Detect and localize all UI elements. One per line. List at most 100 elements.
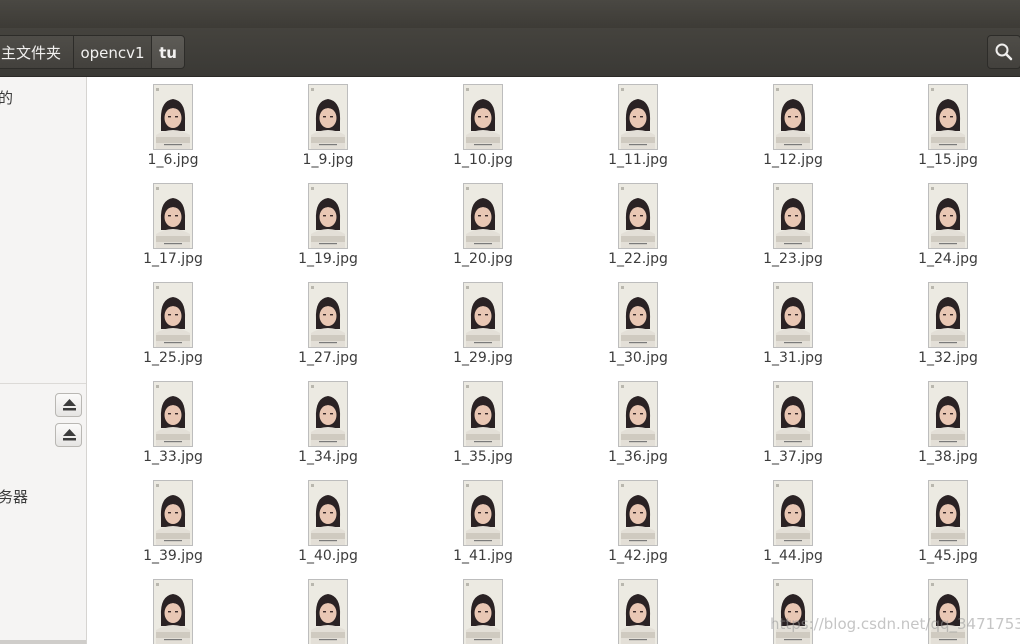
file-item[interactable]: 1_35.jpg bbox=[423, 374, 543, 466]
image-thumbnail bbox=[308, 282, 348, 348]
sidebar-item-server[interactable]: 务器 bbox=[0, 486, 28, 507]
file-item[interactable]: 1_45.jpg bbox=[888, 473, 1008, 565]
file-item[interactable]: 1_42.jpg bbox=[578, 473, 698, 565]
file-item[interactable]: 1_29.jpg bbox=[423, 275, 543, 367]
sidebar-divider bbox=[0, 383, 86, 384]
sidebar-item-top[interactable]: 的 bbox=[0, 87, 13, 108]
file-name: 1_37.jpg bbox=[763, 449, 823, 465]
image-thumbnail bbox=[153, 282, 193, 348]
image-thumbnail bbox=[153, 84, 193, 150]
file-item[interactable]: 1_19.jpg bbox=[268, 176, 388, 268]
image-thumbnail bbox=[308, 183, 348, 249]
file-item[interactable]: 1_37.jpg bbox=[733, 374, 853, 466]
file-item[interactable]: 1_36.jpg bbox=[578, 374, 698, 466]
image-thumbnail bbox=[618, 183, 658, 249]
file-name: 1_15.jpg bbox=[918, 152, 978, 168]
file-name: 1_10.jpg bbox=[453, 152, 513, 168]
file-name: 1_32.jpg bbox=[918, 350, 978, 366]
image-thumbnail bbox=[618, 480, 658, 546]
file-item[interactable]: 1_24.jpg bbox=[888, 176, 1008, 268]
image-thumbnail bbox=[153, 183, 193, 249]
file-name: 1_35.jpg bbox=[453, 449, 513, 465]
image-thumbnail bbox=[928, 282, 968, 348]
file-item[interactable]: 1_41.jpg bbox=[423, 473, 543, 565]
file-item[interactable]: 1_15.jpg bbox=[888, 77, 1008, 169]
image-thumbnail bbox=[463, 579, 503, 644]
file-name: 1_33.jpg bbox=[143, 449, 203, 465]
file-item[interactable] bbox=[423, 572, 543, 644]
file-item[interactable]: 1_6.jpg bbox=[113, 77, 233, 169]
eject-button-1[interactable] bbox=[55, 393, 82, 417]
image-thumbnail bbox=[928, 381, 968, 447]
file-item[interactable]: 1_22.jpg bbox=[578, 176, 698, 268]
image-thumbnail bbox=[463, 282, 503, 348]
file-name: 1_25.jpg bbox=[143, 350, 203, 366]
image-thumbnail bbox=[153, 579, 193, 644]
image-thumbnail bbox=[773, 480, 813, 546]
image-thumbnail bbox=[773, 183, 813, 249]
file-name: 1_24.jpg bbox=[918, 251, 978, 267]
image-thumbnail bbox=[463, 183, 503, 249]
file-item[interactable]: 1_9.jpg bbox=[268, 77, 388, 169]
breadcrumb-current[interactable]: tu bbox=[151, 35, 185, 69]
file-name: 1_12.jpg bbox=[763, 152, 823, 168]
file-item[interactable]: 1_34.jpg bbox=[268, 374, 388, 466]
file-name: 1_22.jpg bbox=[608, 251, 668, 267]
image-thumbnail bbox=[618, 282, 658, 348]
file-name: 1_23.jpg bbox=[763, 251, 823, 267]
image-thumbnail bbox=[773, 282, 813, 348]
file-item[interactable]: 1_25.jpg bbox=[113, 275, 233, 367]
file-name: 1_20.jpg bbox=[453, 251, 513, 267]
image-thumbnail bbox=[773, 84, 813, 150]
file-item[interactable] bbox=[268, 572, 388, 644]
image-thumbnail bbox=[928, 84, 968, 150]
eject-button-2[interactable] bbox=[55, 423, 82, 447]
file-name: 1_34.jpg bbox=[298, 449, 358, 465]
file-name: 1_9.jpg bbox=[302, 152, 354, 168]
image-thumbnail bbox=[928, 579, 968, 644]
file-name: 1_40.jpg bbox=[298, 548, 358, 564]
file-name: 1_17.jpg bbox=[143, 251, 203, 267]
file-name: 1_6.jpg bbox=[147, 152, 199, 168]
file-item[interactable]: 1_27.jpg bbox=[268, 275, 388, 367]
eject-icon bbox=[63, 429, 76, 441]
places-sidebar: 的 务器 bbox=[0, 77, 87, 644]
file-item[interactable] bbox=[888, 572, 1008, 644]
file-item[interactable]: 1_32.jpg bbox=[888, 275, 1008, 367]
file-item[interactable]: 1_44.jpg bbox=[733, 473, 853, 565]
path-bar: 主文件夹 opencv1 tu bbox=[0, 28, 1020, 77]
file-item[interactable]: 1_10.jpg bbox=[423, 77, 543, 169]
image-thumbnail bbox=[153, 381, 193, 447]
image-thumbnail bbox=[773, 579, 813, 644]
file-item[interactable]: 1_11.jpg bbox=[578, 77, 698, 169]
file-item[interactable] bbox=[578, 572, 698, 644]
image-thumbnail bbox=[463, 84, 503, 150]
file-name: 1_41.jpg bbox=[453, 548, 513, 564]
sidebar-item-server-label: 务器 bbox=[0, 488, 29, 506]
file-item[interactable]: 1_17.jpg bbox=[113, 176, 233, 268]
file-item[interactable]: 1_20.jpg bbox=[423, 176, 543, 268]
search-button[interactable] bbox=[987, 35, 1020, 69]
file-item[interactable]: 1_38.jpg bbox=[888, 374, 1008, 466]
file-item[interactable]: 1_39.jpg bbox=[113, 473, 233, 565]
file-item[interactable] bbox=[113, 572, 233, 644]
file-item[interactable]: 1_30.jpg bbox=[578, 275, 698, 367]
file-item[interactable]: 1_31.jpg bbox=[733, 275, 853, 367]
file-item[interactable]: 1_40.jpg bbox=[268, 473, 388, 565]
breadcrumb-current-label: tu bbox=[159, 44, 177, 62]
watermark-text: https://blog.csdn.net/qq_34717531 bbox=[770, 615, 1020, 633]
file-grid: 1_6.jpg 1_9.jpg 1_10.jpg 1_11.jpg 1_12.jpg 1_… bbox=[87, 77, 1020, 644]
breadcrumb-home[interactable]: 主文件夹 bbox=[0, 35, 74, 69]
breadcrumb-opencv1-label: opencv1 bbox=[80, 44, 145, 62]
file-name: 1_42.jpg bbox=[608, 548, 668, 564]
image-thumbnail bbox=[928, 183, 968, 249]
image-thumbnail bbox=[463, 480, 503, 546]
image-thumbnail bbox=[308, 579, 348, 644]
file-item[interactable]: 1_23.jpg bbox=[733, 176, 853, 268]
file-item[interactable] bbox=[733, 572, 853, 644]
breadcrumb-opencv1[interactable]: opencv1 bbox=[73, 35, 152, 69]
file-item[interactable]: 1_33.jpg bbox=[113, 374, 233, 466]
file-name: 1_19.jpg bbox=[298, 251, 358, 267]
file-name: 1_36.jpg bbox=[608, 449, 668, 465]
file-item[interactable]: 1_12.jpg bbox=[733, 77, 853, 169]
